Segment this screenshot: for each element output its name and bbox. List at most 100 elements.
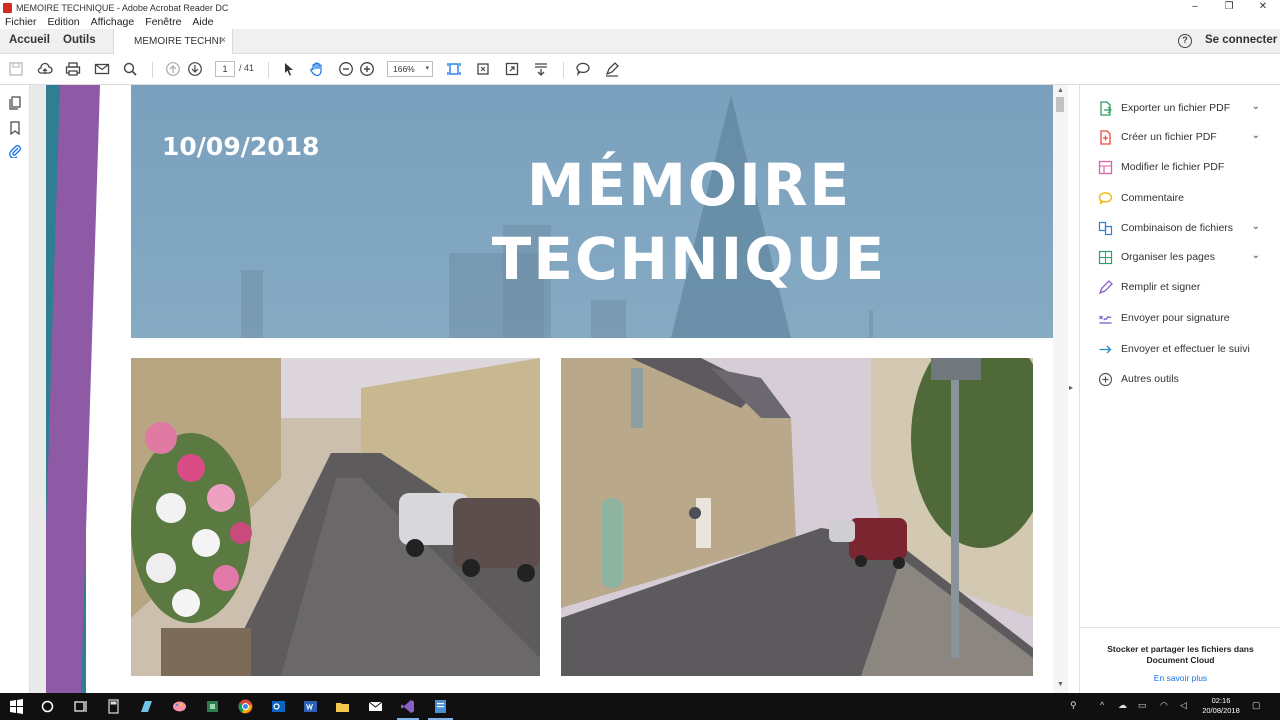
notification-icon[interactable]: ▢ [1252, 700, 1261, 711]
tab-document[interactable]: MEMOIRE TECHNI × [113, 29, 233, 54]
visual-studio-icon[interactable] [399, 698, 416, 715]
windows-start-icon[interactable] [8, 698, 25, 715]
hand-tool-icon[interactable] [309, 61, 325, 77]
app-icon-blue[interactable] [138, 698, 155, 715]
help-icon[interactable]: ? [1178, 34, 1192, 48]
fit-page-icon[interactable] [446, 61, 462, 77]
file-explorer-icon[interactable] [334, 698, 351, 715]
title-bar: MEMOIRE TECHNIQUE - Adobe Acrobat Reader… [0, 0, 1280, 15]
tool-export-pdf[interactable]: Exporter un fichier PDF ⌄ [1098, 100, 1278, 116]
previous-page-icon[interactable] [165, 61, 181, 77]
menu-fenetre[interactable]: Fenêtre [145, 16, 181, 28]
outlook-icon[interactable] [270, 698, 287, 715]
signin-button[interactable]: Se connecter [1205, 34, 1277, 46]
export-pdf-icon [1098, 100, 1113, 116]
window-controls: ‒ ❐ ✕ [1178, 0, 1280, 15]
tab-bar: Accueil Outils MEMOIRE TECHNI × ? Se con… [0, 29, 1280, 54]
document-cloud-promo: Stocker et partager les fichiers dans Do… [1080, 627, 1280, 683]
search-circle-icon[interactable] [39, 698, 56, 715]
zoom-value: 166% [393, 64, 415, 74]
print-icon[interactable] [65, 61, 81, 77]
menu-affichage[interactable]: Affichage [91, 16, 135, 28]
menu-aide[interactable]: Aide [192, 16, 213, 28]
chrome-icon[interactable] [237, 698, 254, 715]
save-icon[interactable] [8, 61, 24, 77]
chevron-down-icon[interactable]: ⌄ [1252, 250, 1260, 261]
page-thumbnails-icon[interactable] [8, 96, 22, 110]
scroll-mode-icon[interactable] [533, 61, 549, 77]
tool-fill-sign[interactable]: Remplir et signer [1098, 279, 1278, 295]
vertical-scrollbar[interactable]: ▲ ▼ [1053, 85, 1068, 693]
tool-label: Organiser les pages [1121, 251, 1215, 263]
menu-fichier[interactable]: Fichier [5, 16, 37, 28]
more-tools-icon [1098, 372, 1113, 387]
scroll-up-arrow-icon[interactable]: ▲ [1057, 87, 1064, 94]
tool-more-tools[interactable]: Autres outils [1098, 371, 1278, 387]
document-title-line1: MÉMOIRE [526, 151, 852, 219]
chevron-up-icon[interactable]: ^ [1100, 700, 1104, 710]
chevron-down-icon[interactable]: ⌄ [1252, 130, 1260, 141]
collapse-right-panel-icon[interactable]: ▸ [1069, 383, 1073, 392]
battery-icon[interactable]: ▭ [1138, 700, 1147, 711]
rotate-view-icon[interactable] [475, 61, 491, 77]
tool-organize-pages[interactable]: Organiser les pages ⌄ [1098, 249, 1278, 265]
cloud-upload-icon[interactable] [37, 61, 53, 77]
chevron-down-icon[interactable]: ⌄ [1252, 221, 1260, 232]
tool-send-track[interactable]: Envoyer et effectuer le suivi [1098, 341, 1278, 357]
chevron-down-icon[interactable]: ⌄ [1252, 101, 1260, 112]
comment-icon [1098, 191, 1113, 206]
tool-label: Envoyer et effectuer le suivi [1121, 343, 1250, 355]
app-icon-green[interactable] [204, 698, 221, 715]
restore-button[interactable]: ❐ [1212, 0, 1246, 15]
mail-icon[interactable] [367, 698, 384, 715]
toolbar-separator [268, 62, 269, 78]
tab-outils[interactable]: Outils [63, 34, 96, 46]
edit-pdf-icon [1098, 160, 1113, 175]
select-cursor-icon[interactable] [281, 61, 297, 77]
tools-pane: Exporter un fichier PDF ⌄ Créer un fichi… [1079, 85, 1280, 693]
learn-more-link[interactable]: En savoir plus [1080, 673, 1280, 683]
document-title-line2: TECHNIQUE [491, 225, 887, 293]
search-icon[interactable] [122, 61, 138, 77]
cloud-promo-text: Stocker et partager les fichiers dans Do… [1107, 644, 1254, 665]
zoom-out-icon[interactable] [338, 61, 354, 77]
windows-taskbar: ⚲ ^ ☁ ▭ ◠ ◁ 02:16 20/08/2018 ▢ [0, 693, 1280, 720]
tool-send-signature[interactable]: Envoyer pour signature [1098, 310, 1278, 326]
banner-antenna [869, 310, 873, 338]
task-view-icon[interactable] [72, 698, 89, 715]
tool-comment[interactable]: Commentaire [1098, 190, 1278, 206]
zoom-in-icon[interactable] [359, 61, 375, 77]
highlight-pen-icon[interactable] [604, 61, 620, 77]
tool-edit-pdf[interactable]: Modifier le fichier PDF [1098, 159, 1278, 175]
menu-edition[interactable]: Edition [48, 16, 80, 28]
attachment-icon[interactable] [8, 144, 22, 158]
bookmark-icon[interactable] [8, 121, 22, 135]
acrobat-taskbar-icon[interactable] [432, 698, 449, 715]
full-screen-icon[interactable] [504, 61, 520, 77]
document-viewport[interactable]: 10/09/2018 MÉMOIRE TECHNIQUE [30, 85, 1068, 693]
toolbar-separator [152, 62, 153, 78]
tab-accueil[interactable]: Accueil [9, 34, 50, 46]
email-icon[interactable] [94, 61, 110, 77]
tool-label: Envoyer pour signature [1121, 312, 1230, 324]
next-page-icon[interactable] [187, 61, 203, 77]
comment-bubble-icon[interactable] [575, 61, 591, 77]
scroll-down-arrow-icon[interactable]: ▼ [1057, 681, 1064, 688]
cloud-tray-icon[interactable]: ☁ [1118, 700, 1127, 711]
word-icon[interactable] [302, 698, 319, 715]
wifi-icon[interactable]: ◠ [1160, 700, 1168, 711]
volume-icon[interactable]: ◁ [1180, 700, 1187, 711]
page-number-input[interactable]: 1 [215, 61, 235, 77]
taskbar-clock[interactable]: 02:16 20/08/2018 [1196, 696, 1246, 716]
calculator-icon[interactable] [105, 698, 122, 715]
close-tab-icon[interactable]: × [220, 35, 226, 46]
close-window-button[interactable]: ✕ [1246, 0, 1280, 15]
tool-create-pdf[interactable]: Créer un fichier PDF ⌄ [1098, 129, 1278, 145]
send-track-icon [1098, 342, 1113, 357]
tool-combine-files[interactable]: Combinaison de fichiers ⌄ [1098, 220, 1278, 236]
paint-icon[interactable] [171, 698, 188, 715]
scrollbar-thumb[interactable] [1056, 97, 1064, 112]
person-tray-icon[interactable]: ⚲ [1070, 700, 1077, 711]
minimize-button[interactable]: ‒ [1178, 0, 1212, 15]
zoom-dropdown[interactable]: 166% ▾ [387, 61, 433, 77]
